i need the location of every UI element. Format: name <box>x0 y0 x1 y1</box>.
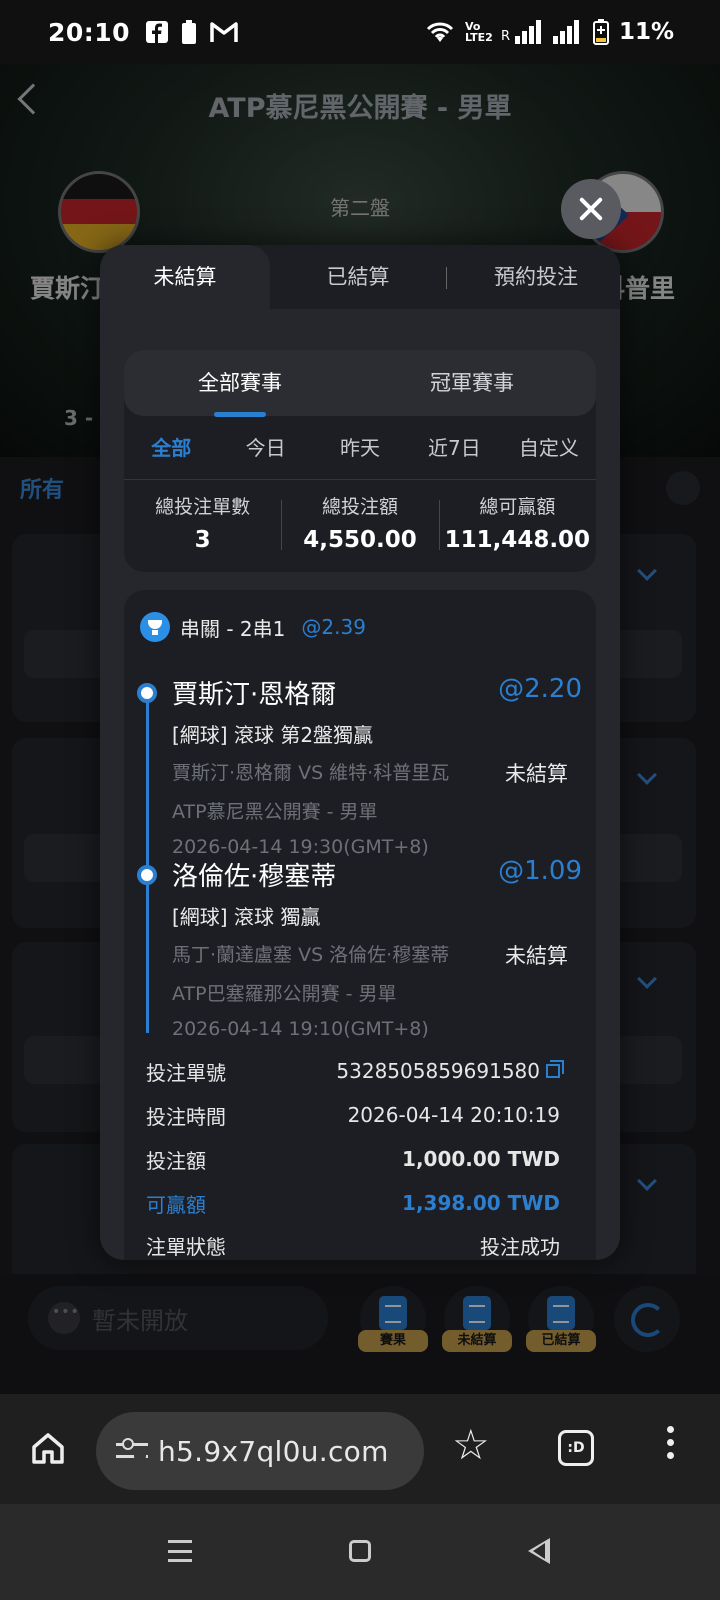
date-filter-7days[interactable]: 近7日 <box>407 428 501 468</box>
stat-value: 111,448.00 <box>444 527 591 553</box>
status-bar: 20:10 Vo LTE2 R 11% <box>0 0 720 64</box>
bet-leg: 賈斯汀·恩格爾 @2.20 [網球] 滾球 第2盤獨贏 賈斯汀·恩格爾 VS 維… <box>172 674 582 858</box>
battery-percent: 11% <box>618 19 674 45</box>
win-amount-label: 可贏額 <box>146 1192 206 1217</box>
leg-league: ATP慕尼黑公開賽 - 男單 <box>172 801 378 823</box>
bet-type: 串關 - 2串1 <box>180 616 286 641</box>
summary-panel: 全部賽事 冠軍賽事 全部 今日 昨天 近7日 自定义 總投注單數 3 總投注額 … <box>124 350 596 572</box>
leg-market: [網球] 滾球 第2盤獨贏 <box>172 723 374 747</box>
date-filter-today[interactable]: 今日 <box>218 428 312 468</box>
bet-state-label: 注單狀態 <box>146 1234 226 1259</box>
segment-all-events[interactable]: 全部賽事 <box>124 350 356 416</box>
facebook-icon <box>146 21 169 43</box>
record-tabs: 未結算 已結算 預約投注 <box>100 245 620 309</box>
timeline-dot <box>137 865 157 885</box>
date-filter-yesterday[interactable]: 昨天 <box>313 428 407 468</box>
leg-status: 未結算 <box>505 762 568 786</box>
home-icon[interactable] <box>30 1430 66 1466</box>
leg-time: 2026-04-14 19:30(GMT+8) <box>172 836 429 858</box>
stats-row: 總投注單數 3 總投注額 4,550.00 總可贏額 111,448.00 <box>124 490 596 562</box>
address-bar[interactable]: h5.9x7ql0u.com <box>96 1412 424 1490</box>
stat-total-amount: 總投注額 4,550.00 <box>281 490 438 562</box>
leg-odds: @1.09 <box>498 856 582 886</box>
more-menu-icon[interactable] <box>667 1426 675 1466</box>
tab-reserved[interactable]: 預約投注 <box>452 245 620 309</box>
close-icon[interactable] <box>561 179 621 239</box>
volte-label: Vo LTE2 <box>464 20 493 44</box>
leg-status: 未結算 <box>505 944 568 968</box>
stat-label: 總投注單數 <box>155 496 251 518</box>
timeline-line <box>146 693 149 1033</box>
win-amount-value: 1,398.00 TWD <box>402 1191 560 1215</box>
bet-slip-card: 串關 - 2串1 @2.39 賈斯汀·恩格爾 @2.20 [網球] 滾球 第2盤… <box>124 590 596 1260</box>
tab-settled[interactable]: 已結算 <box>278 245 438 309</box>
win-amount-row: 可贏額 1,398.00 TWD <box>146 1188 560 1218</box>
signal-1-icon: R <box>501 20 541 44</box>
stat-total-win: 總可贏額 111,448.00 <box>438 490 596 562</box>
leg-time: 2026-04-14 19:10(GMT+8) <box>172 1018 429 1040</box>
event-segment: 全部賽事 冠軍賽事 <box>124 350 596 417</box>
date-filter: 全部 今日 昨天 近7日 自定义 <box>124 428 596 468</box>
bet-time-label: 投注時間 <box>146 1104 226 1129</box>
trophy-icon <box>140 612 170 642</box>
stat-label: 總投注額 <box>321 496 398 518</box>
signal-2-icon <box>552 20 579 44</box>
stat-total-bets: 總投注單數 3 <box>124 490 281 562</box>
bet-leg: 洛倫佐·穆塞蒂 @1.09 [網球] 滾球 獨贏 馬丁·蘭達盧塞 VS 洛倫佐·… <box>172 856 582 1040</box>
segment-champion-events[interactable]: 冠軍賽事 <box>356 350 588 416</box>
copy-icon[interactable] <box>546 1060 564 1078</box>
date-filter-all[interactable]: 全部 <box>124 428 218 468</box>
leg-league: ATP巴塞羅那公開賽 - 男單 <box>172 983 397 1005</box>
leg-market: [網球] 滾球 獨贏 <box>172 905 321 929</box>
order-number-value: 5328505859691580 <box>336 1059 540 1083</box>
order-number-label: 投注單號 <box>146 1060 226 1085</box>
divider <box>124 479 596 480</box>
wifi-icon <box>426 22 453 42</box>
battery-charging-icon <box>592 19 609 45</box>
bet-amount-value: 1,000.00 TWD <box>402 1147 560 1171</box>
star-icon[interactable]: ☆ <box>452 1420 490 1470</box>
site-settings-icon[interactable] <box>116 1438 148 1464</box>
bet-odds: @2.39 <box>301 615 366 639</box>
bet-records-modal: 未結算 已結算 預約投注 全部賽事 冠軍賽事 全部 今日 昨天 近7日 自定义 … <box>100 245 620 1260</box>
tab-switcher-icon[interactable]: :D <box>558 1430 594 1466</box>
stat-label: 總可贏額 <box>479 496 556 518</box>
stat-value: 4,550.00 <box>303 527 417 553</box>
gmail-icon <box>210 22 238 42</box>
bet-state-value: 投注成功 <box>480 1234 560 1259</box>
bet-amount-label: 投注額 <box>146 1148 206 1173</box>
bet-time-row: 投注時間 2026-04-14 20:10:19 <box>146 1100 560 1130</box>
bet-header: 串關 - 2串1 @2.39 <box>140 612 366 642</box>
url-text: h5.9x7ql0u.com <box>158 1434 389 1468</box>
browser-toolbar: h5.9x7ql0u.com ☆ :D <box>0 1394 720 1504</box>
bet-time-value: 2026-04-14 20:10:19 <box>347 1103 560 1127</box>
stat-value: 3 <box>194 527 211 553</box>
system-nav-bar <box>0 1504 720 1600</box>
bet-amount-row: 投注額 1,000.00 TWD <box>146 1144 560 1174</box>
battery-small-icon <box>182 20 197 44</box>
recents-icon[interactable] <box>168 1540 192 1562</box>
status-time: 20:10 <box>48 17 131 47</box>
back-nav-icon[interactable] <box>528 1538 550 1564</box>
order-number-row: 投注單號 5328505859691580 <box>146 1056 564 1086</box>
date-filter-custom[interactable]: 自定义 <box>502 428 596 468</box>
timeline-dot <box>137 683 157 703</box>
leg-odds: @2.20 <box>498 674 582 704</box>
home-nav-icon[interactable] <box>349 1540 371 1562</box>
tab-unsettled[interactable]: 未結算 <box>100 245 270 309</box>
segment-indicator <box>214 412 266 417</box>
svg-text:R: R <box>501 29 510 44</box>
tab-divider <box>446 267 447 289</box>
bet-state-row: 注單狀態 投注成功 <box>146 1230 560 1260</box>
